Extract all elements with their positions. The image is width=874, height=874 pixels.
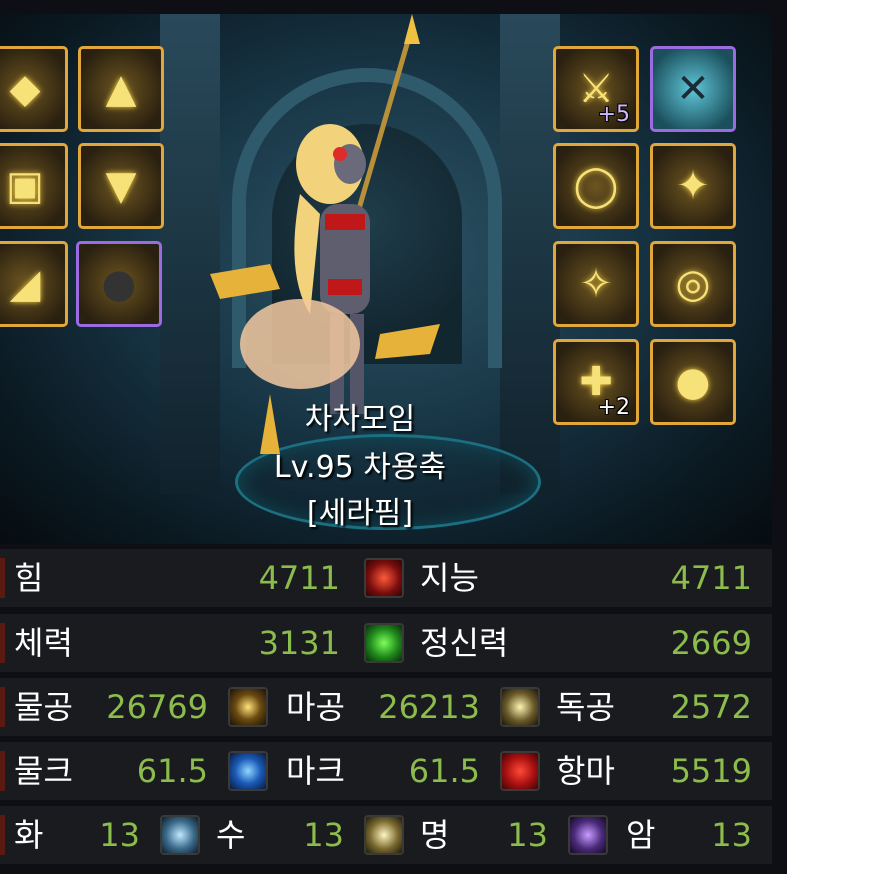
spirit-eye-icon [364, 623, 404, 663]
stat-label-str: 힘 [14, 559, 44, 597]
gold-boots-icon: ◢ [9, 261, 41, 307]
equip-slot-left-3[interactable]: ▣ [0, 143, 68, 229]
dark-element-icon [568, 815, 608, 855]
gold-helmet-icon: ▲ [105, 66, 137, 112]
gold-ring-2-icon: ◎ [675, 261, 711, 307]
stat-row-3: 물공 26769 마공 26213 독공 2572 [0, 678, 772, 736]
character-avatar [210, 14, 440, 454]
magic-atk-icon [228, 687, 268, 727]
stat-label-phys-crit: 물크 [14, 752, 73, 790]
stat-value-magic-atk: 26213 [378, 688, 480, 726]
stat-row-5: 화 13 수 13 명 13 암 13 [0, 806, 772, 864]
equip-slot-left-2[interactable]: ▲ [78, 46, 164, 132]
vit-icon [0, 623, 5, 663]
character-scene: ◆ ▲ ▣ ▼ ◢ ● ⚔ +5 ✕ ◯ ✦ ✧ ◎ ✚ +2 ● 차차모임 L… [0, 14, 772, 544]
stat-label-fire: 화 [14, 816, 44, 854]
stat-value-phys-atk: 26769 [106, 688, 208, 726]
gold-ring-icon: ◯ [573, 163, 619, 209]
equip-slot-title[interactable]: ✕ [650, 46, 736, 132]
gold-bracelet-icon: ✧ [579, 261, 613, 307]
phys-crit-icon [0, 751, 5, 791]
gold-necklace-icon: ✦ [676, 163, 710, 209]
stat-value-phys-crit: 61.5 [136, 752, 208, 790]
stat-row-1: 힘 4711 지능 4711 [0, 549, 772, 607]
stat-row-2: 체력 3131 정신력 2669 [0, 614, 772, 672]
stat-label-spirit: 정신력 [420, 624, 509, 662]
int-eye-icon [364, 558, 404, 598]
stat-label-int: 지능 [420, 559, 479, 597]
stat-value-int: 4711 [670, 559, 752, 597]
weapon-reinforce-badge: +5 [597, 102, 630, 127]
stat-label-magic-def: 항마 [556, 752, 615, 790]
character-info-panel: ◆ ▲ ▣ ▼ ◢ ● ⚔ +5 ✕ ◯ ✦ ✧ ◎ ✚ +2 ● 차차모임 L… [0, 0, 787, 874]
stat-value-dark: 13 [711, 816, 752, 854]
phys-atk-icon [0, 687, 5, 727]
stat-row-4: 물크 61.5 마크 61.5 항마 5519 [0, 742, 772, 800]
stat-value-magic-def: 5519 [670, 752, 752, 790]
equip-slot-left-5[interactable]: ◢ [0, 241, 68, 327]
stat-label-phys-atk: 물공 [14, 688, 73, 726]
guild-name: 차차모임 [304, 402, 416, 437]
support-reinforce-badge: +2 [597, 395, 630, 420]
equip-slot-left-1[interactable]: ◆ [0, 46, 68, 132]
stat-value-water: 13 [303, 816, 344, 854]
equip-slot-ring[interactable]: ◯ [553, 143, 639, 229]
gold-magic-stone-icon: ● [675, 359, 711, 405]
equip-slot-necklace[interactable]: ✦ [650, 143, 736, 229]
stat-label-indep-atk: 독공 [556, 688, 615, 726]
fire-element-icon [0, 815, 5, 855]
gold-pants-icon: ▼ [105, 163, 137, 209]
independent-atk-icon [500, 687, 540, 727]
stat-value-fire: 13 [99, 816, 140, 854]
stat-value-magic-crit: 61.5 [408, 752, 480, 790]
equip-slot-ring-2[interactable]: ◎ [650, 241, 736, 327]
level-and-name: Lv.95 차용축 [273, 450, 447, 485]
magic-crit-icon [228, 751, 268, 791]
creature-portrait-icon: ● [101, 261, 137, 307]
stat-value-str: 4711 [258, 559, 340, 597]
equip-slot-support[interactable]: ✚ +2 [553, 339, 639, 425]
stat-label-dark: 암 [626, 816, 656, 854]
equip-slot-bracelet[interactable]: ✧ [553, 241, 639, 327]
stat-label-water: 수 [216, 816, 246, 854]
stat-label-vit: 체력 [14, 624, 73, 662]
stat-label-light: 명 [420, 816, 450, 854]
stat-label-magic-atk: 마공 [286, 688, 345, 726]
equip-slot-creature[interactable]: ● [76, 241, 162, 327]
stat-value-light: 13 [507, 816, 548, 854]
gold-armor-top-icon: ◆ [9, 66, 41, 112]
equip-slot-weapon[interactable]: ⚔ +5 [553, 46, 639, 132]
gold-armor-chest-icon: ▣ [6, 163, 44, 209]
equip-slot-left-4[interactable]: ▼ [78, 143, 164, 229]
equip-slot-magic-stone[interactable]: ● [650, 339, 736, 425]
str-icon [0, 558, 5, 598]
stat-value-vit: 3131 [258, 624, 340, 662]
stat-value-indep-atk: 2572 [670, 688, 752, 726]
water-element-icon [160, 815, 200, 855]
stat-label-magic-crit: 마크 [286, 752, 345, 790]
stat-value-spirit: 2669 [670, 624, 752, 662]
magic-defense-icon [500, 751, 540, 791]
light-element-icon [364, 815, 404, 855]
crossed-tools-title-icon: ✕ [676, 66, 710, 112]
class-name: [세라핌] [306, 496, 414, 531]
